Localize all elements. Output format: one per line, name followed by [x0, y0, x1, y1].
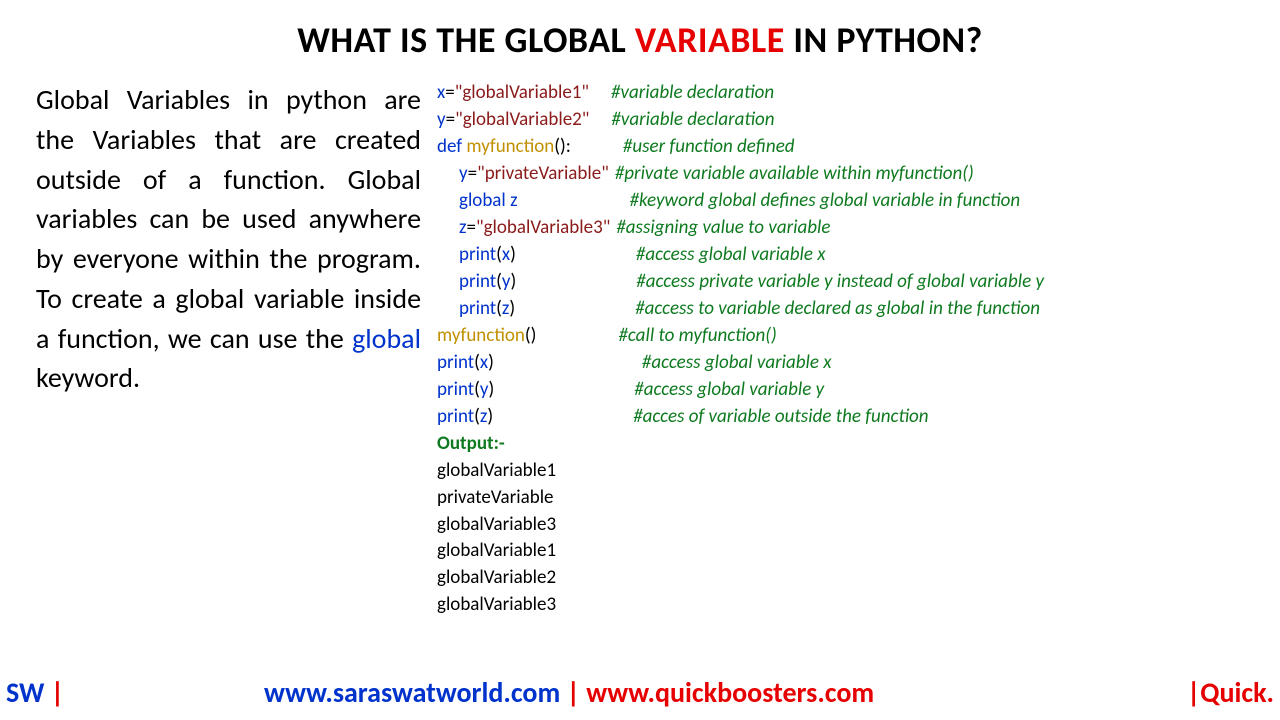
code-comment: #variable declaration — [611, 80, 774, 107]
title-pre: WHAT IS THE GLOBAL — [297, 18, 635, 62]
page-title: WHAT IS THE GLOBAL VARIABLE IN PYTHON? — [0, 0, 1280, 62]
footer-urls: www.saraswatworld.com | www.quickbooster… — [264, 675, 874, 710]
code-line: print(z)#acces of variable outside the f… — [437, 404, 1256, 431]
explanation-text: Global Variables in python are the Varia… — [36, 80, 431, 619]
code-comment: #access global variable x — [636, 242, 826, 269]
code-line: print(y)#access private variable y inste… — [437, 269, 1256, 296]
code-comment: #access to variable declared as global i… — [635, 296, 1040, 323]
footer-url1: www.saraswatworld.com — [264, 675, 560, 710]
code-comment: #access global variable x — [642, 350, 832, 377]
code-line: def myfunction():#user function defined — [437, 134, 1256, 161]
code-comment: #access private variable y instead of gl… — [636, 269, 1044, 296]
output-line: globalVariable2 — [437, 565, 1256, 592]
code-line: global z#keyword global defines global v… — [437, 188, 1256, 215]
code-comment: #variable declaration — [611, 107, 774, 134]
explain-keyword: global — [352, 321, 421, 356]
output-line: globalVariable3 — [437, 592, 1256, 619]
output-label: Output:- — [437, 431, 1256, 458]
output-line: globalVariable1 — [437, 538, 1256, 565]
code-line: print(y)#access global variable y — [437, 377, 1256, 404]
code-line: myfunction()#call to myfunction() — [437, 323, 1256, 350]
footer-url2: www.quickboosters.com — [586, 675, 874, 710]
explain-part1: Global Variables in python are the Varia… — [36, 82, 421, 356]
explain-part2: keyword. — [36, 360, 140, 395]
code-line: print(x)#access global variable x — [437, 242, 1256, 269]
code-comment: #assigning value to variable — [616, 215, 830, 242]
code-line: y="globalVariable2"#variable declaration — [437, 107, 1256, 134]
output-line: globalVariable3 — [437, 512, 1256, 539]
code-comment: #private variable available within myfun… — [615, 161, 974, 188]
code-comment: #user function defined — [623, 134, 795, 161]
content-area: Global Variables in python are the Varia… — [0, 62, 1280, 619]
code-line: x="globalVariable1"#variable declaration — [437, 80, 1256, 107]
code-line: z="globalVariable3"#assigning value to v… — [437, 215, 1256, 242]
footer: SW | www.saraswatworld.com | www.quickbo… — [0, 675, 1280, 710]
output-line: globalVariable1 — [437, 458, 1256, 485]
code-line: print(z)#access to variable declared as … — [437, 296, 1256, 323]
footer-quick: |Quick. — [1187, 675, 1274, 710]
output-line: privateVariable — [437, 485, 1256, 512]
title-post: IN PYTHON? — [785, 18, 983, 62]
footer-sep: | — [560, 675, 586, 710]
code-block: x="globalVariable1"#variable declaration… — [431, 80, 1256, 619]
code-line: print(x)#access global variable x — [437, 350, 1256, 377]
code-comment: #keyword global defines global variable … — [630, 188, 1021, 215]
code-comment: #call to myfunction() — [618, 323, 776, 350]
code-comment: #access global variable y — [634, 377, 824, 404]
footer-sw: SW | — [6, 675, 64, 710]
title-highlight: VARIABLE — [635, 18, 785, 62]
code-line: y="privateVariable"#private variable ava… — [437, 161, 1256, 188]
code-comment: #acces of variable outside the function — [633, 404, 928, 431]
